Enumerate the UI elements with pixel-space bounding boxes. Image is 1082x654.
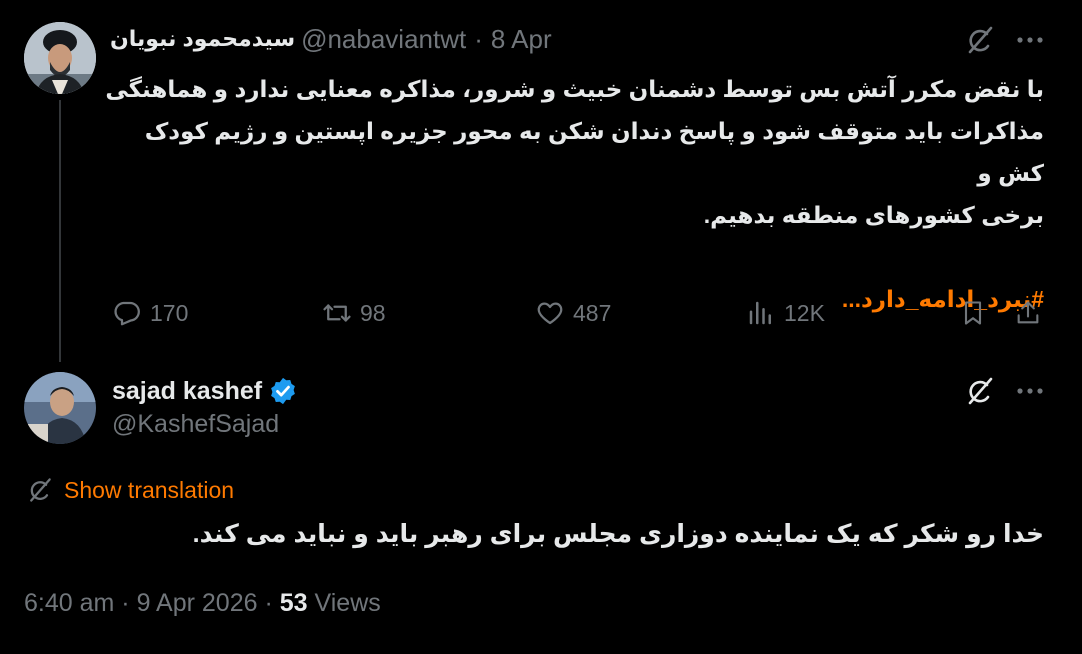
parent-more-icon[interactable] [1010, 22, 1050, 58]
reply-text: خدا رو شکر که یک نماینده دوزاری مجلس برا… [192, 520, 1044, 548]
parent-avatar[interactable] [24, 22, 96, 94]
reply-button[interactable]: 170 [112, 298, 188, 328]
reply-date[interactable]: 9 Apr 2026 [137, 589, 258, 617]
reply-display-name[interactable]: sajad kashef [112, 377, 262, 406]
share-button[interactable] [1011, 296, 1045, 330]
reply-meta: 6:40 am · 9 Apr 2026 · 53 Views [24, 589, 381, 618]
reply-time[interactable]: 6:40 am [24, 589, 114, 617]
views-count: 12K [784, 299, 825, 326]
retweet-count: 98 [360, 299, 386, 326]
reply-separator: · [121, 589, 130, 617]
retweet-icon [323, 304, 351, 322]
bookmark-icon [964, 301, 982, 325]
show-translation-link[interactable]: Show translation [26, 476, 234, 504]
parent-header: سیدمحمود نبویان @nabaviantwt · 8 Apr [110, 24, 552, 54]
bookmark-button[interactable] [956, 296, 990, 330]
reply-avatar[interactable] [24, 372, 96, 444]
like-count: 487 [573, 299, 612, 326]
verified-badge-icon[interactable] [268, 376, 298, 406]
reply-views-count: 53 [279, 589, 308, 617]
parent-date[interactable]: 8 Apr [491, 24, 552, 55]
like-icon [537, 302, 563, 325]
parent-display-name[interactable]: سیدمحمود نبویان [110, 26, 295, 52]
parent-text-line: برخی کشورهای منطقه بدهیم. [703, 202, 1044, 228]
reply-more-icon[interactable] [1010, 373, 1050, 409]
parent-separator: · [474, 23, 483, 54]
parent-grok-icon[interactable] [962, 22, 998, 58]
reply-icon [114, 301, 140, 326]
reply-grok-icon[interactable] [962, 373, 998, 409]
reply-header: sajad kashef [112, 374, 298, 408]
views-icon [749, 301, 771, 325]
reply-views-label: Views [314, 589, 381, 617]
reply-separator: · [264, 589, 273, 617]
reply-handle[interactable]: @KashefSajad [112, 410, 279, 439]
parent-handle[interactable]: @nabaviantwt [301, 24, 466, 55]
views-button[interactable]: 12K [746, 298, 825, 328]
like-button[interactable]: 487 [535, 298, 611, 328]
parent-text: با نقض مکرر آتش بس توسط دشمنان خبیث و شر… [100, 68, 1044, 320]
parent-text-line: مذاکرات باید متوقف شود و پاسخ دندان شکن … [144, 118, 1044, 186]
retweet-button[interactable]: 98 [322, 298, 386, 328]
reply-count: 170 [150, 299, 189, 326]
thread-line [59, 100, 61, 362]
parent-text-line: با نقض مکرر آتش بس توسط دشمنان خبیث و شر… [105, 76, 1044, 102]
show-translation-label[interactable]: Show translation [64, 477, 234, 504]
translate-icon [30, 478, 51, 502]
share-icon [1017, 301, 1039, 324]
